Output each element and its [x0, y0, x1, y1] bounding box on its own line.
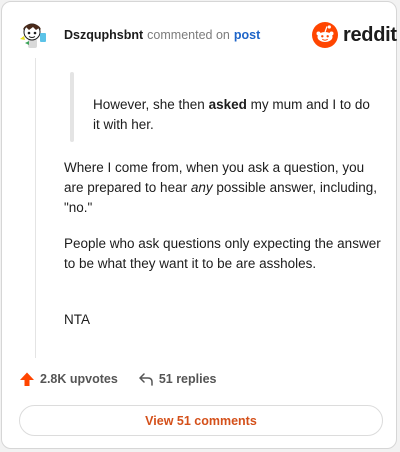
comment-paragraph-3: NTA	[64, 312, 90, 327]
reply-count: 51 replies	[158, 372, 217, 386]
paragraph-1-emphasis: any	[190, 180, 213, 195]
upvote-button[interactable]: 2.8K upvotes	[19, 371, 118, 387]
action-text: commented on	[147, 28, 230, 42]
view-comments-button[interactable]: View 51 comments	[19, 405, 383, 436]
comment-paragraph-1: Where I come from, when you ask a questi…	[64, 158, 384, 218]
upvote-count: 2.8K upvotes	[40, 372, 118, 386]
thread-line	[35, 58, 36, 358]
quote-emphasis: asked	[208, 97, 247, 112]
user-avatar[interactable]	[15, 17, 49, 51]
replies-button[interactable]: 51 replies	[138, 371, 217, 387]
snoo-avatar-icon	[20, 23, 46, 48]
quote-bar	[70, 72, 74, 142]
quote-text-start: However, she then	[93, 97, 209, 112]
reddit-logo-icon	[312, 22, 338, 48]
comment-paragraph-2: People who ask questions only expecting …	[64, 236, 381, 271]
comment-card: Dszquphsbnt commented on post reddit Howev…	[1, 1, 397, 449]
post-link[interactable]: post	[234, 28, 260, 42]
quoted-text: However, she then asked my mum and I to …	[93, 95, 373, 135]
reddit-wordmark: reddit	[343, 24, 397, 46]
upvote-arrow-icon	[20, 372, 34, 386]
comment-stats: 2.8K upvotes 51 replies	[19, 371, 217, 387]
reddit-brand[interactable]: reddit	[312, 22, 397, 48]
reply-arrow-icon	[139, 373, 153, 386]
username[interactable]: Dszquphsbnt	[64, 28, 143, 42]
comment-header: Dszquphsbnt commented on post	[64, 27, 260, 43]
